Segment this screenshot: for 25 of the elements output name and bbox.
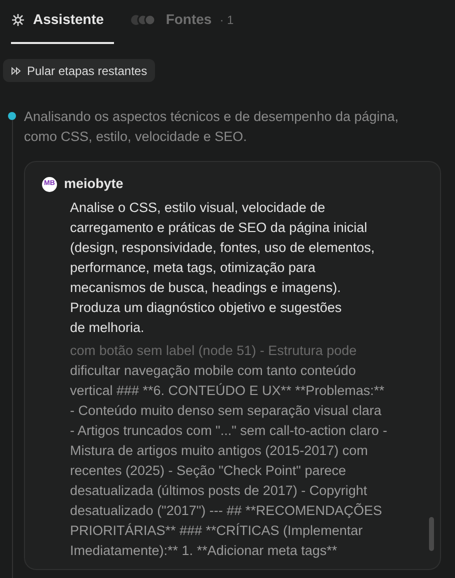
prompt-text-line: performance, meta tags, otimização para <box>70 259 316 278</box>
step-description: Analisando os aspectos técnicos e de desempenho da página, como CSS, estilo, velocidade e SEO. <box>24 108 400 146</box>
prompt-text-line: (design, responsividade, fontes, uso de elementos, <box>70 239 376 258</box>
output-text-line: - Conteúdo muito denso sem separação visual clara <box>70 402 382 420</box>
sparkle-icon <box>11 12 25 26</box>
author-name: meiobyte <box>64 175 124 193</box>
output-text-line: vertical ### **6. CONTEÚDO E UX** **Problemas:** <box>70 382 386 400</box>
output-text-line: com botão sem label (node 51) - Estrutura pode <box>70 342 358 360</box>
fast-forward-icon <box>11 66 21 74</box>
output-text-line: - Artigos truncados com "..." sem call-to-action claro - <box>70 422 388 440</box>
output-text-line: recentes (2025) - Seção "Check Point" parece <box>70 462 347 480</box>
output-text-line: Imediatamente):** 1. **Adicionar meta tags** <box>70 542 338 560</box>
output-text-line: Mistura de artigos muito antigos (2015-2017) com <box>70 442 369 460</box>
output-text-line: PRIORITÁRIAS** ### **CRÍTICAS (Implementar <box>70 522 364 540</box>
prompt-text-line: de melhoria. <box>70 319 146 338</box>
prompt-text-line: mecanismos de busca, headings e imagens). <box>70 279 342 298</box>
skip-steps-button[interactable]: Pular etapas restantes <box>3 59 156 82</box>
prompt-text-line: carregamento e práticas de SEO da página inicial <box>70 219 368 238</box>
prompt-text-line: Analise o CSS, estilo visual, velocidade de <box>70 199 326 218</box>
source-count: · 1 <box>220 12 234 28</box>
output-text-line: desatualizada (últimos posts de 2017) - Copyright <box>70 482 368 500</box>
output-text-line: desatualizado ("2017") --- ## **RECOMENDAÇÕES <box>70 502 383 520</box>
prompt-text-line: Produza um diagnóstico objetivo e sugestões <box>70 299 343 318</box>
output-text-line: dificultar navegação mobile com tanto conteúdo <box>70 362 357 380</box>
tab[interactable]: Assistente <box>11 7 114 44</box>
